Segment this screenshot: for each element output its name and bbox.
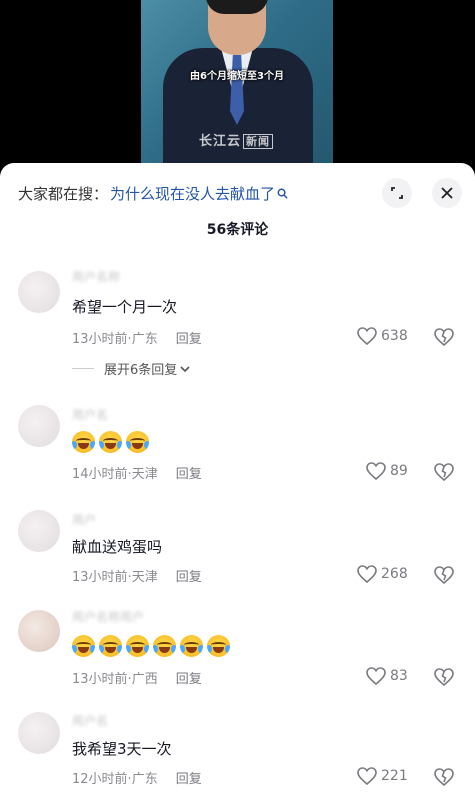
comment-text: 希望一个月一次	[72, 298, 178, 316]
heart-icon	[357, 327, 377, 345]
dislike-button[interactable]	[434, 768, 454, 786]
like-count: 268	[381, 566, 408, 582]
rofl-emoji	[180, 635, 203, 657]
comment-location: 广东	[131, 332, 158, 347]
comment-time: 12小时前	[72, 772, 128, 787]
heart-icon	[366, 667, 386, 685]
username-blurred[interactable]: 用户名	[72, 406, 108, 423]
dislike-button[interactable]	[434, 668, 454, 686]
dislike-button[interactable]	[434, 328, 454, 346]
broken-heart-icon	[434, 463, 454, 481]
search-prefix: 大家都在搜：	[18, 184, 109, 203]
comment-emoji-row	[72, 431, 149, 453]
laugh-cry-emoji	[72, 431, 95, 453]
rofl-emoji	[99, 635, 122, 657]
close-button[interactable]	[432, 178, 462, 208]
comment-location: 天津	[131, 570, 158, 585]
video-subtitle: 由6个月缩短至3个月	[190, 71, 284, 82]
comment-text: 献血送鸡蛋吗	[72, 538, 163, 556]
broken-heart-icon	[434, 768, 454, 786]
laugh-cry-emoji	[99, 431, 122, 453]
like-count: 89	[390, 463, 408, 479]
expand-replies-label: 展开6条回复	[104, 363, 178, 378]
comment-time: 13小时前	[72, 570, 128, 585]
rofl-emoji	[72, 635, 95, 657]
reply-button[interactable]: 回复	[176, 772, 202, 787]
comment-location: 天津	[131, 467, 158, 482]
video-frame: 由6个月缩短至3个月 长江云 新闻	[141, 0, 333, 165]
heart-icon	[357, 767, 377, 785]
comment-meta: 14小时前·天津 回复	[72, 463, 202, 482]
comment-sheet: 大家都在搜： 为什么现在没人去献血了 56条评论 用户名称 希望一个月一次 13…	[0, 163, 475, 800]
comment-count-title: 56条评论	[206, 222, 269, 238]
comment-meta: 13小时前·广西 回复	[72, 668, 202, 687]
username-blurred[interactable]: 用户	[72, 511, 96, 528]
laugh-cry-emoji	[126, 431, 149, 453]
like-button[interactable]: 221	[357, 767, 408, 785]
comment-time: 14小时前	[72, 467, 128, 482]
broken-heart-icon	[434, 328, 454, 346]
reply-button[interactable]: 回复	[176, 467, 202, 482]
like-button[interactable]: 268	[357, 565, 408, 583]
avatar[interactable]	[18, 712, 60, 754]
fullscreen-icon	[390, 186, 404, 200]
chevron-down-icon	[180, 365, 190, 373]
comment-meta: 13小时前·天津 回复	[72, 566, 202, 585]
comment-meta: 12小时前·广东 回复	[72, 768, 202, 787]
broken-heart-icon	[434, 566, 454, 584]
like-count: 83	[390, 668, 408, 684]
comment-location: 广东	[131, 772, 158, 787]
rofl-emoji	[126, 635, 149, 657]
comment-location: 广西	[131, 672, 158, 687]
like-button[interactable]: 638	[357, 327, 408, 345]
avatar[interactable]	[18, 405, 60, 447]
fullscreen-button[interactable]	[382, 178, 412, 208]
rofl-emoji	[153, 635, 176, 657]
search-query-link[interactable]: 为什么现在没人去献血了	[110, 183, 275, 204]
channel-logo-text: 长江云	[199, 134, 242, 149]
video-player[interactable]: 由6个月缩短至3个月 长江云 新闻	[0, 0, 475, 165]
avatar[interactable]	[18, 271, 60, 313]
search-suggestion[interactable]: 大家都在搜： 为什么现在没人去献血了	[18, 181, 288, 205]
expand-replies[interactable]: 展开6条回复	[72, 359, 190, 378]
channel-logo-box: 新闻	[243, 134, 274, 149]
username-blurred[interactable]: 用户名	[72, 712, 108, 729]
like-count: 638	[381, 328, 408, 344]
reply-button[interactable]: 回复	[176, 332, 202, 347]
close-icon	[440, 186, 454, 200]
reply-button[interactable]: 回复	[176, 570, 202, 585]
like-count: 221	[381, 768, 408, 784]
channel-logo: 长江云 新闻	[199, 130, 274, 149]
like-button[interactable]: 89	[366, 462, 408, 480]
heart-icon	[366, 462, 386, 480]
like-button[interactable]: 83	[366, 667, 408, 685]
comment-meta: 13小时前·广东 回复	[72, 328, 202, 347]
dislike-button[interactable]	[434, 463, 454, 481]
broken-heart-icon	[434, 668, 454, 686]
username-blurred[interactable]: 用户名称	[72, 268, 120, 285]
comment-time: 13小时前	[72, 332, 128, 347]
comment-emoji-row	[72, 635, 230, 657]
dislike-button[interactable]	[434, 566, 454, 584]
heart-icon	[357, 565, 377, 583]
rofl-emoji	[207, 635, 230, 657]
search-icon	[277, 188, 288, 199]
reply-button[interactable]: 回复	[176, 672, 202, 687]
divider-line	[72, 368, 94, 369]
avatar[interactable]	[18, 610, 60, 652]
comment-time: 13小时前	[72, 672, 128, 687]
username-blurred[interactable]: 用户名称用户	[72, 608, 144, 625]
avatar[interactable]	[18, 510, 60, 552]
comment-text: 我希望3天一次	[72, 740, 172, 758]
